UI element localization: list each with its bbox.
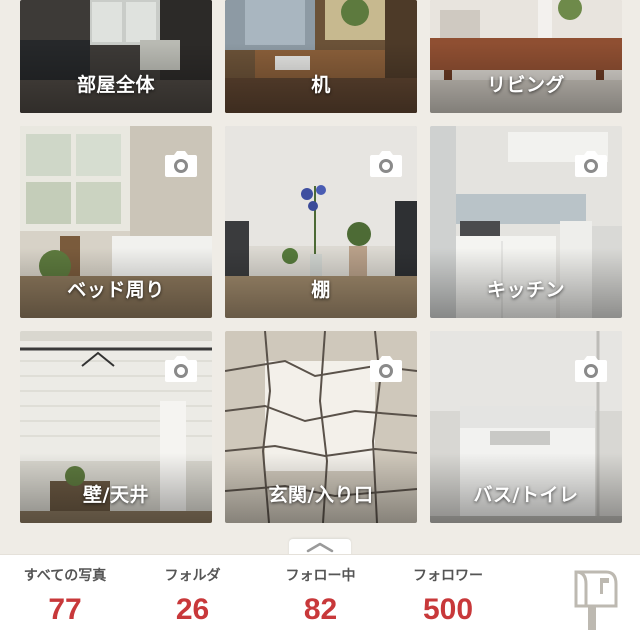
stat-label: フォロワー (413, 568, 483, 584)
camera-icon[interactable] (369, 148, 403, 178)
folder-label: 壁/天井 (83, 484, 149, 506)
folder-tile-living[interactable]: リビング (430, 0, 622, 113)
profile-stats-bar: すべての写真 77 フォルダ 26 フォロー中 82 フォロワー 500 (0, 554, 640, 640)
stat-label: フォロー中 (285, 568, 356, 584)
stat-photos[interactable]: すべての写真 77 (10, 565, 120, 627)
folder-label: バス/トイレ (473, 484, 579, 506)
folder-tile-kitchen[interactable]: キッチン (430, 126, 622, 318)
camera-icon[interactable] (164, 353, 198, 383)
stat-followers[interactable]: フォロワー 500 (393, 565, 503, 627)
folder-tile-entrance[interactable]: 玄関/入り口 (225, 331, 417, 523)
stat-value: 82 (303, 593, 338, 626)
camera-icon[interactable] (164, 148, 198, 178)
stat-folders[interactable]: フォルダ 26 (145, 565, 240, 627)
stat-label: フォルダ (164, 568, 221, 584)
folder-tile-wall[interactable]: 壁/天井 (20, 331, 212, 523)
folder-tile-bed[interactable]: ベッド周り (20, 126, 212, 318)
camera-icon[interactable] (574, 353, 608, 383)
folder-tile-room[interactable]: 部屋全体 (20, 0, 212, 113)
folder-label: 玄関/入り口 (268, 484, 374, 506)
camera-icon[interactable] (369, 353, 403, 383)
stat-label: すべての写真 (23, 568, 107, 584)
folder-label: 机 (311, 74, 331, 96)
stat-value: 500 (422, 593, 474, 626)
stat-value: 77 (48, 593, 82, 626)
folder-grid: 部屋全体 机 リビング ベッド周り 棚 キッチン 壁/天井 玄関/入り口 バス/… (0, 0, 640, 552)
stat-following[interactable]: フォロー中 82 (268, 565, 373, 627)
folder-label: ベッド周り (67, 279, 165, 301)
folder-label: リビング (486, 74, 565, 96)
folder-label: 部屋全体 (76, 74, 155, 96)
folder-tile-shelf[interactable]: 棚 (225, 126, 417, 318)
folder-label: キッチン (486, 279, 565, 301)
camera-icon[interactable] (574, 148, 608, 178)
folder-label: 棚 (311, 279, 331, 301)
mailbox-icon[interactable] (570, 568, 618, 632)
folder-tile-desk[interactable]: 机 (225, 0, 417, 113)
stat-value: 26 (175, 593, 210, 626)
folder-tile-bath[interactable]: バス/トイレ (430, 331, 622, 523)
